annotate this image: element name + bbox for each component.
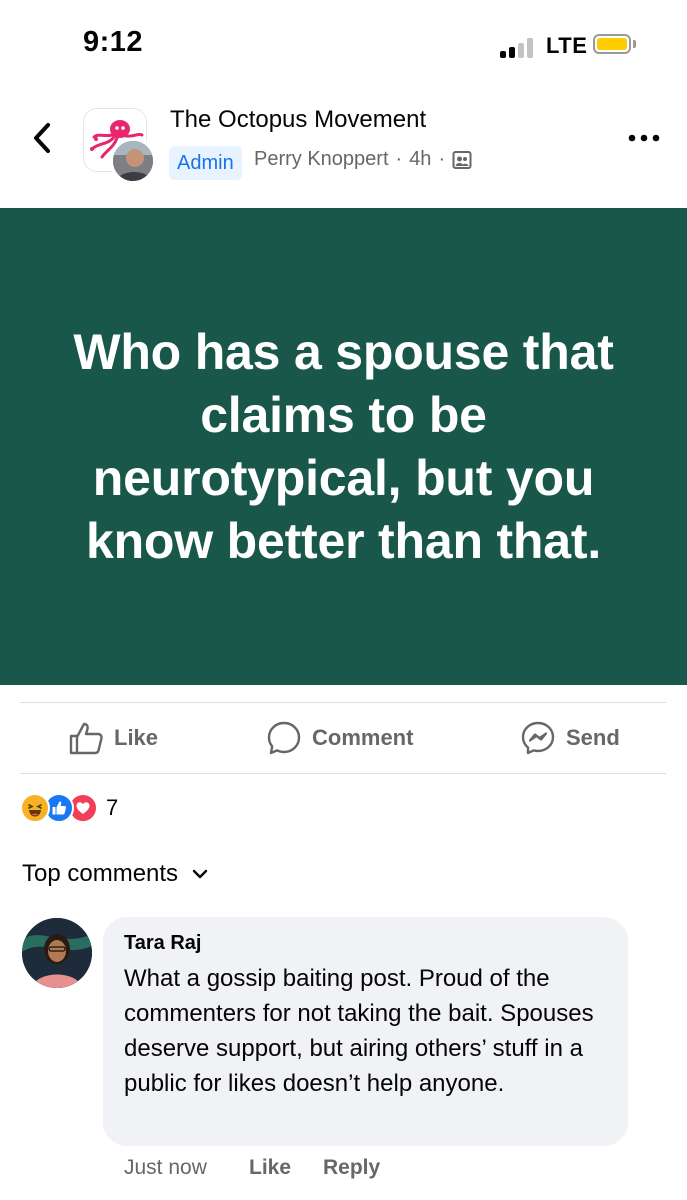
group-name[interactable]: The Octopus Movement — [170, 106, 426, 134]
commenter-photo-icon — [22, 918, 92, 988]
comment-time: Just now — [124, 1156, 207, 1179]
haha-reaction-icon — [20, 793, 50, 823]
comment-like-button[interactable]: Like — [249, 1156, 291, 1180]
signal-strength-icon — [500, 36, 540, 58]
group-members-icon — [452, 150, 472, 169]
author-name[interactable]: Perry Knoppert — [254, 148, 389, 171]
send-label: Send — [566, 725, 620, 750]
chevron-left-icon — [34, 123, 50, 153]
status-time: 9:12 — [83, 26, 144, 58]
reactions-summary[interactable]: 7 — [20, 792, 118, 824]
post-text: Who has a spouse that claims to be neuro… — [73, 323, 614, 569]
author-avatar[interactable] — [110, 138, 156, 184]
meta-separator: · — [395, 148, 403, 170]
thumbs-up-icon — [69, 722, 103, 755]
battery-icon — [593, 34, 631, 54]
commenter-avatar[interactable] — [22, 918, 92, 988]
like-button[interactable]: Like — [68, 718, 158, 758]
messenger-icon — [521, 721, 555, 755]
comment-sort-label: Top comments — [22, 860, 179, 887]
commenter-name[interactable]: Tara Raj — [124, 932, 608, 955]
meta-separator: · — [438, 148, 446, 170]
author-photo-icon — [113, 141, 153, 181]
network-type: LTE — [546, 33, 588, 58]
comment-reply-button[interactable]: Reply — [323, 1156, 380, 1180]
comment-bubble[interactable]: Tara Raj What a gossip baiting post. Pro… — [103, 917, 628, 1146]
battery-tip — [633, 40, 636, 48]
back-button[interactable] — [30, 120, 54, 156]
admin-badge: Admin — [169, 146, 242, 180]
chevron-down-icon — [192, 869, 208, 879]
post-time[interactable]: 4h — [409, 148, 431, 171]
more-options-button[interactable] — [627, 128, 661, 148]
comment-sort-dropdown[interactable]: Top comments — [22, 860, 208, 888]
divider — [20, 773, 666, 774]
post-meta: Perry Knoppert · 4h · — [254, 148, 472, 171]
more-horizontal-icon — [628, 134, 660, 142]
comment-button[interactable]: Comment — [266, 718, 413, 758]
comment-text: What a gossip baiting post. Proud of the… — [124, 965, 594, 1097]
comment-bubble-icon — [267, 721, 301, 755]
send-button[interactable]: Send — [520, 718, 620, 758]
comment-label: Comment — [312, 725, 414, 750]
reaction-count: 7 — [106, 795, 119, 820]
divider — [20, 702, 666, 703]
post-card[interactable]: Who has a spouse that claims to be neuro… — [0, 208, 687, 685]
like-label: Like — [114, 725, 159, 750]
